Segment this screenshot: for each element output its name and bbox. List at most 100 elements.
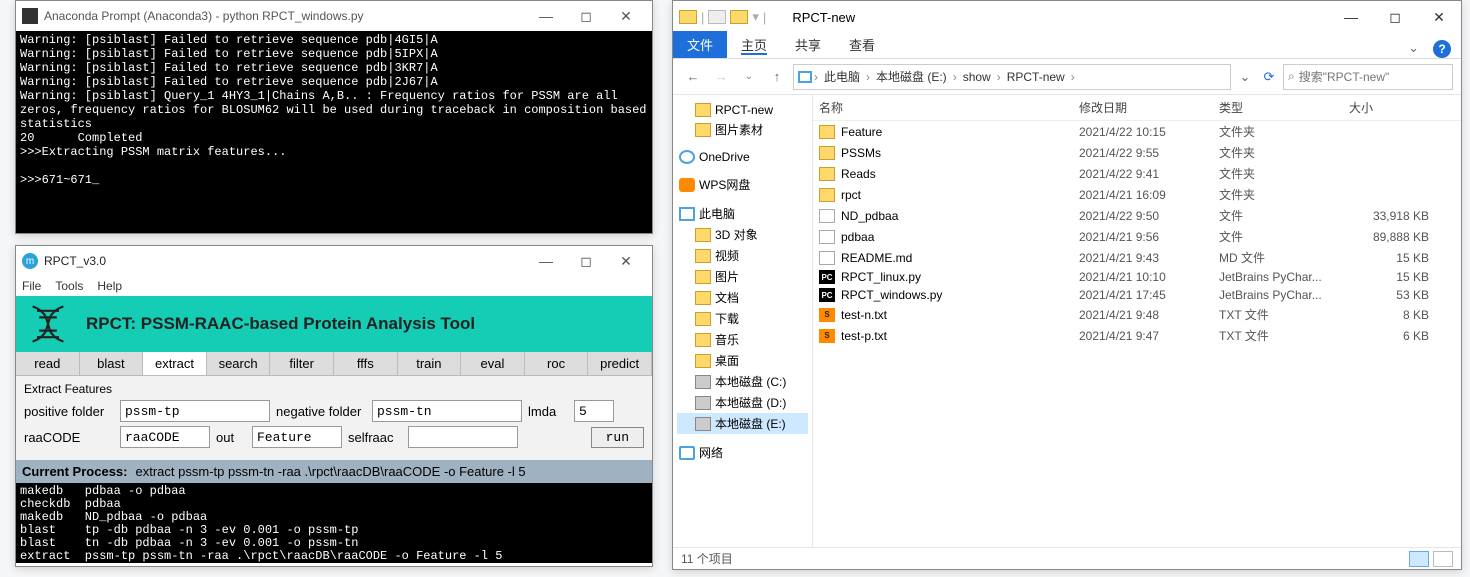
lmda-input[interactable]	[574, 400, 614, 422]
nav-back-button[interactable]: ←	[681, 65, 705, 89]
file-row[interactable]: PSSMs2021/4/22 9:55文件夹	[813, 142, 1461, 163]
file-row[interactable]: PCRPCT_windows.py2021/4/21 17:45JetBrain…	[813, 286, 1461, 304]
maximize-button[interactable]: ◻	[1373, 2, 1417, 32]
out-input[interactable]	[252, 426, 342, 448]
tree-node[interactable]: 3D 对象	[677, 224, 808, 245]
tree-node[interactable]: 桌面	[677, 350, 808, 371]
tree-node[interactable]: 网络	[677, 442, 808, 463]
view-icons-button[interactable]	[1433, 551, 1453, 567]
tree-node[interactable]: 本地磁盘 (E:)	[677, 413, 808, 434]
file-row[interactable]: pdbaa2021/4/21 9:56文件89,888 KB	[813, 226, 1461, 247]
tree-node[interactable]: 下载	[677, 308, 808, 329]
nav-recent-button[interactable]: ⌄	[737, 65, 761, 89]
tab-extract[interactable]: extract	[143, 352, 207, 375]
breadcrumb-segment[interactable]: show	[959, 70, 995, 84]
file-header[interactable]: 名称 修改日期 类型 大小	[813, 95, 1461, 121]
tab-read[interactable]: read	[16, 352, 80, 375]
folder-icon	[679, 10, 697, 24]
tree-node[interactable]: 视频	[677, 245, 808, 266]
close-button[interactable]: ✕	[1417, 2, 1461, 32]
breadcrumb-segment[interactable]: 此电脑	[820, 68, 864, 85]
ribbon-expand-icon[interactable]: ⌄	[1408, 40, 1419, 58]
nav-forward-button[interactable]: →	[709, 65, 733, 89]
maximize-button[interactable]: ◻	[566, 2, 606, 30]
col-size[interactable]: 大小	[1349, 99, 1429, 116]
help-icon[interactable]: ?	[1433, 40, 1451, 58]
tab-search[interactable]: search	[207, 352, 271, 375]
app-log[interactable]: makedb pdbaa -o pdbaa checkdb pdbaa make…	[16, 483, 652, 563]
tree-node[interactable]: RPCT-new	[677, 101, 808, 119]
file-row[interactable]: Feature2021/4/22 10:15文件夹	[813, 121, 1461, 142]
ribbon-tab-view[interactable]: 查看	[835, 31, 889, 58]
folder-icon[interactable]	[730, 10, 748, 24]
file-row[interactable]: PCRPCT_linux.py2021/4/21 10:10JetBrains …	[813, 268, 1461, 286]
tree-node[interactable]: 此电脑	[677, 203, 808, 224]
selfraac-input[interactable]	[408, 426, 518, 448]
menu-tools[interactable]: Tools	[55, 279, 83, 293]
tree-node[interactable]: WPS网盘	[677, 174, 808, 195]
tab-train[interactable]: train	[398, 352, 462, 375]
col-name[interactable]: 名称	[819, 99, 1079, 116]
run-button[interactable]: run	[591, 427, 644, 448]
qat-overflow[interactable]: ▾	[752, 9, 759, 25]
file-size: 15 KB	[1349, 251, 1429, 265]
tab-predict[interactable]: predict	[588, 352, 652, 375]
explorer-titlebar[interactable]: | ▾ | RPCT-new — ◻ ✕	[673, 1, 1461, 33]
file-row[interactable]: README.md2021/4/21 9:43MD 文件15 KB	[813, 247, 1461, 268]
file-row[interactable]: Stest-p.txt2021/4/21 9:47TXT 文件6 KB	[813, 325, 1461, 346]
tree-node[interactable]: 音乐	[677, 329, 808, 350]
positive-folder-input[interactable]	[120, 400, 270, 422]
tree-node[interactable]: 图片素材	[677, 119, 808, 140]
nav-up-button[interactable]: ↑	[765, 65, 789, 89]
menu-help[interactable]: Help	[97, 279, 122, 293]
file-type: 文件	[1219, 228, 1349, 245]
ribbon-tab-home[interactable]: 主页	[727, 31, 781, 58]
close-button[interactable]: ✕	[606, 247, 646, 275]
ribbon-tab-file[interactable]: 文件	[673, 31, 727, 58]
tab-roc[interactable]: roc	[525, 352, 589, 375]
terminal-output[interactable]: Warning: [psiblast] Failed to retrieve s…	[16, 31, 652, 233]
tab-blast[interactable]: blast	[80, 352, 144, 375]
file-row[interactable]: ND_pdbaa2021/4/22 9:50文件33,918 KB	[813, 205, 1461, 226]
refresh-button[interactable]: ⟳	[1259, 65, 1279, 89]
breadcrumb-segment[interactable]: RPCT-new	[1003, 70, 1069, 84]
folder-tree[interactable]: RPCT-new图片素材 OneDrive WPS网盘此电脑3D 对象视频图片文档下…	[673, 95, 813, 547]
addr-dropdown[interactable]: ⌄	[1235, 65, 1255, 89]
tree-node-label: 图片	[715, 268, 739, 285]
search-box[interactable]: ⌕ 搜索"RPCT-new"	[1283, 64, 1453, 90]
minimize-button[interactable]: —	[526, 2, 566, 30]
file-type: 文件夹	[1219, 144, 1349, 161]
tree-node[interactable]: OneDrive	[677, 148, 808, 166]
terminal-icon	[22, 8, 38, 24]
pc-icon	[679, 207, 695, 221]
tab-eval[interactable]: eval	[461, 352, 525, 375]
col-date[interactable]: 修改日期	[1079, 99, 1219, 116]
minimize-button[interactable]: —	[526, 247, 566, 275]
file-row[interactable]: rpct2021/4/21 16:09文件夹	[813, 184, 1461, 205]
cmd-titlebar[interactable]: Anaconda Prompt (Anaconda3) - python RPC…	[16, 1, 652, 31]
negative-folder-input[interactable]	[372, 400, 522, 422]
tree-node[interactable]: 文档	[677, 287, 808, 308]
file-name: ND_pdbaa	[841, 209, 898, 223]
tree-node[interactable]: 图片	[677, 266, 808, 287]
tab-fffs[interactable]: fffs	[334, 352, 398, 375]
doc-icon[interactable]	[708, 10, 726, 24]
maximize-button[interactable]: ◻	[566, 247, 606, 275]
view-details-button[interactable]	[1409, 551, 1429, 567]
tree-node[interactable]: 本地磁盘 (C:)	[677, 371, 808, 392]
app-titlebar[interactable]: m RPCT_v3.0 — ◻ ✕	[16, 246, 652, 276]
menu-file[interactable]: File	[22, 279, 41, 293]
tree-node[interactable]: 本地磁盘 (D:)	[677, 392, 808, 413]
file-type: TXT 文件	[1219, 306, 1349, 323]
ribbon-tab-share[interactable]: 共享	[781, 31, 835, 58]
orange-icon	[679, 178, 695, 192]
file-row[interactable]: Stest-n.txt2021/4/21 9:48TXT 文件8 KB	[813, 304, 1461, 325]
raacode-input[interactable]	[120, 426, 210, 448]
breadcrumb-segment[interactable]: 本地磁盘 (E:)	[872, 68, 951, 85]
tab-filter[interactable]: filter	[270, 352, 334, 375]
col-type[interactable]: 类型	[1219, 99, 1349, 116]
address-bar[interactable]: › 此电脑›本地磁盘 (E:)›show›RPCT-new›	[793, 64, 1231, 90]
file-row[interactable]: Reads2021/4/22 9:41文件夹	[813, 163, 1461, 184]
minimize-button[interactable]: —	[1329, 2, 1373, 32]
close-button[interactable]: ✕	[606, 2, 646, 30]
